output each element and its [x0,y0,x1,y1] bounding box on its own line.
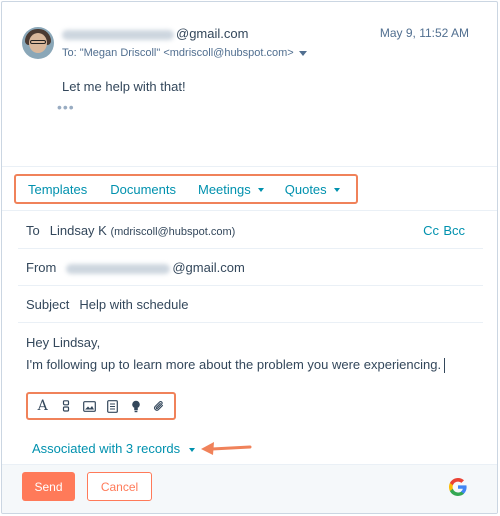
subject-field[interactable]: Subject Help with schedule [26,297,189,312]
image-icon[interactable] [82,399,96,413]
redacted-email-blur [62,29,174,40]
sender-address: @gmail.com [62,26,248,41]
recipient-email: (mdriscoll@hubspot.com) [110,226,236,238]
composer-footer [2,464,497,513]
subject-value: Help with schedule [79,297,189,312]
text-cursor [444,358,446,374]
personalize-icon[interactable] [59,399,73,413]
cc-link[interactable]: Cc [423,223,439,238]
send-button[interactable]: Send [22,472,75,501]
chevron-down-icon[interactable] [298,50,307,56]
chevron-down-icon [333,188,340,193]
subject-label: Subject [26,297,70,312]
divider [18,285,483,286]
callout-arrow-icon [201,442,252,455]
message-date: May 9, 11:52 AM [379,26,469,40]
document-icon[interactable] [106,399,120,413]
email-body-line[interactable]: I'm following up to learn more about the… [26,357,446,374]
redacted-email-blur [66,263,171,274]
divider [2,210,497,211]
tab-templates[interactable]: Templates [28,182,87,197]
compose-tools-bar: Templates Documents Meetings Quotes [14,174,358,204]
divider [2,166,497,167]
formatting-toolbar: A [26,392,176,420]
chevron-down-icon [257,188,264,193]
from-field[interactable]: From @gmail.com [26,260,245,275]
chevron-down-icon [189,447,196,452]
show-trimmed-content-button[interactable]: ••• [57,99,75,115]
snippet-icon[interactable] [129,399,143,413]
tab-quotes[interactable]: Quotes [285,182,340,197]
associated-records-dropdown[interactable]: Associated with 3 records [32,441,196,456]
recipient-name: Lindsay K [49,223,107,238]
text-format-icon[interactable]: A [36,399,50,413]
divider [18,248,483,249]
to-label: To [26,223,40,238]
from-label: From [26,260,57,275]
to-field[interactable]: To Lindsay K (mdriscoll@hubspot.com) [26,223,235,238]
recipient-line[interactable]: To: "Megan Driscoll" <mdriscoll@hubspot.… [62,47,307,59]
email-body-line[interactable]: Hey Lindsay, [26,335,100,350]
email-composer-panel: @gmail.com May 9, 11:52 AM To: "Megan Dr… [1,1,498,514]
divider [18,322,483,323]
message-body: Let me help with that! [62,79,186,94]
bcc-link[interactable]: Bcc [443,223,465,238]
cancel-button[interactable]: Cancel [87,472,152,501]
google-icon [449,478,467,496]
attachment-icon[interactable] [152,399,166,413]
tab-documents[interactable]: Documents [110,182,176,197]
tab-meetings[interactable]: Meetings [198,182,264,197]
sender-avatar [22,27,54,59]
